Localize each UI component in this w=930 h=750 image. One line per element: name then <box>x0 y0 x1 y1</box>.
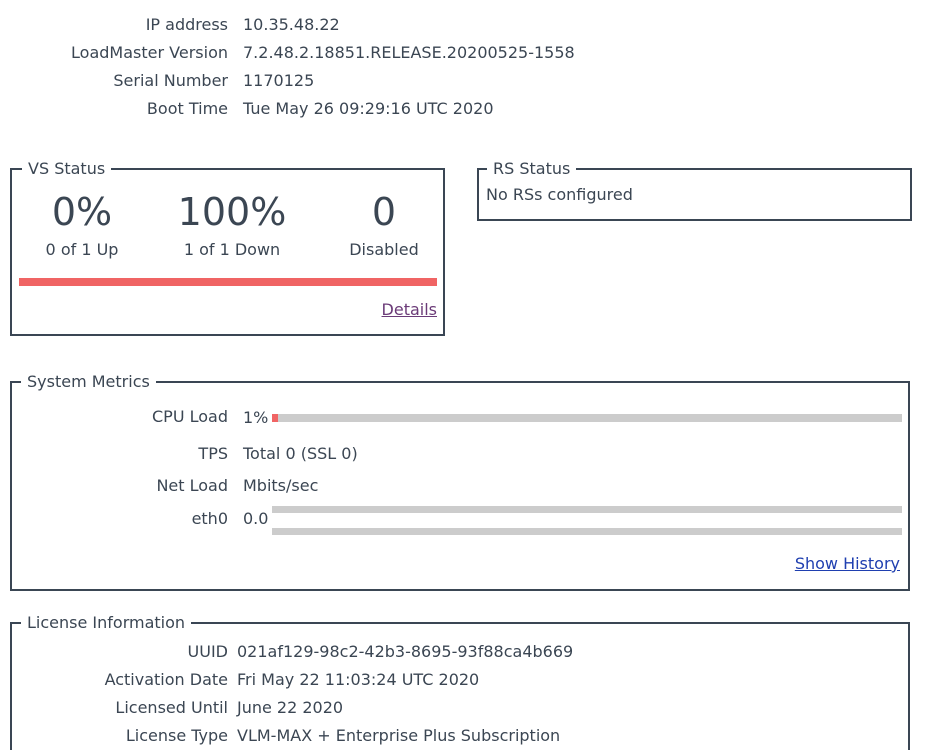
loadmaster-version-label: LoadMaster Version <box>71 43 228 62</box>
vs-status-title: VS Status <box>22 158 112 180</box>
show-history-link[interactable]: Show History <box>795 553 900 575</box>
serial-number-label: Serial Number <box>113 71 228 90</box>
vs-status-bar <box>19 278 437 286</box>
vs-status-panel: VS Status 0% 0 of 1 Up 100% 1 of 1 Down … <box>10 158 445 336</box>
license-type-label: License Type <box>125 726 228 745</box>
cpu-load-value: 1% <box>243 408 269 427</box>
eth0-in-bar <box>272 506 902 513</box>
boot-time-value: Tue May 26 09:29:16 UTC 2020 <box>243 99 494 118</box>
info-row-ip: IP address 10.35.48.22 <box>0 14 930 36</box>
cpu-load-label: CPU Load <box>152 407 228 426</box>
vs-up-percent: 0% <box>51 190 113 234</box>
vs-disabled-count: 0 <box>371 190 397 234</box>
system-metrics-title: System Metrics <box>21 371 156 393</box>
info-row-version: LoadMaster Version 7.2.48.2.18851.RELEAS… <box>0 42 930 64</box>
vs-down-percent: 100% <box>177 190 287 234</box>
licensed-until-label: Licensed Until <box>115 698 228 717</box>
info-row-boot: Boot Time Tue May 26 09:29:16 UTC 2020 <box>0 98 930 120</box>
uuid-value: 021af129-98c2-42b3-8695-93f88ca4b669 <box>237 642 574 661</box>
license-type-value: VLM-MAX + Enterprise Plus Subscription <box>237 726 561 745</box>
vs-disabled-caption: Disabled <box>349 240 419 259</box>
vs-down-caption: 1 of 1 Down <box>183 240 281 259</box>
license-info-title: License Information <box>21 612 192 634</box>
activation-date-label: Activation Date <box>104 670 228 689</box>
net-load-unit: Mbits/sec <box>243 476 319 495</box>
vs-up-caption: 0 of 1 Up <box>45 240 119 259</box>
vs-status-bar-down-fill <box>19 278 437 286</box>
rs-status-title: RS Status <box>487 158 577 180</box>
rs-status-message: No RSs configured <box>486 185 633 204</box>
cpu-load-bar-fill <box>272 414 279 422</box>
eth0-value: 0.0 <box>243 509 269 528</box>
eth0-label: eth0 <box>191 509 228 528</box>
vs-details-link[interactable]: Details <box>382 300 437 320</box>
boot-time-label: Boot Time <box>146 99 228 118</box>
tps-label: TPS <box>198 444 228 463</box>
net-load-label: Net Load <box>156 476 228 495</box>
eth0-out-bar <box>272 528 902 535</box>
loadmaster-version-value: 7.2.48.2.18851.RELEASE.20200525-1558 <box>243 43 575 62</box>
uuid-label: UUID <box>187 642 228 661</box>
ip-address-value: 10.35.48.22 <box>243 15 340 34</box>
system-metrics-panel: System Metrics CPU Load 1% TPS Total 0 (… <box>10 371 910 591</box>
license-info-panel: License Information UUID 021af129-98c2-4… <box>10 612 910 750</box>
rs-status-panel: RS Status No RSs configured <box>477 158 912 221</box>
activation-date-value: Fri May 22 11:03:24 UTC 2020 <box>237 670 480 689</box>
cpu-load-bar <box>272 414 902 422</box>
tps-value: Total 0 (SSL 0) <box>243 444 358 463</box>
licensed-until-value: June 22 2020 <box>237 698 344 717</box>
serial-number-value: 1170125 <box>243 71 315 90</box>
info-row-serial: Serial Number 1170125 <box>0 70 930 92</box>
ip-address-label: IP address <box>145 15 228 34</box>
